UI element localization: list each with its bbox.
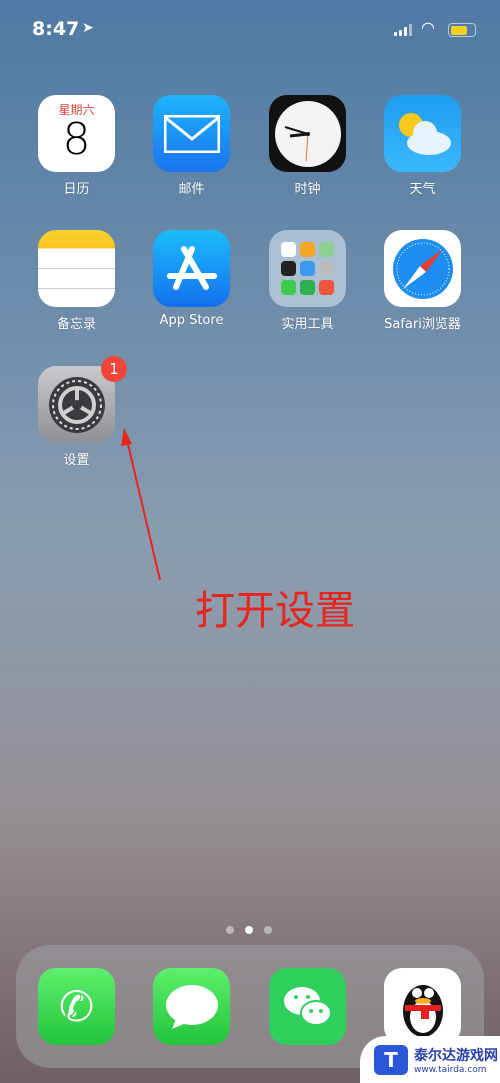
dock-wechat[interactable] <box>269 968 346 1045</box>
messages-icon <box>153 968 230 1045</box>
dock-qq[interactable] <box>384 968 461 1045</box>
dock-messages[interactable] <box>153 968 230 1045</box>
watermark-name: 泰尔达游戏网 <box>414 1047 498 1064</box>
watermark-logo-icon: T <box>374 1044 408 1075</box>
annotation-text: 打开设置 <box>195 588 355 634</box>
dock-phone[interactable]: ✆ <box>38 968 115 1045</box>
qq-penguin-icon <box>384 968 461 1045</box>
wechat-icon <box>269 968 346 1045</box>
watermark-url: www.tairda.com <box>414 1064 487 1075</box>
phone-icon: ✆ <box>38 968 115 1045</box>
notification-badge: 1 <box>101 356 127 382</box>
watermark: T 泰尔达游戏网 www.tairda.com <box>360 1036 500 1083</box>
page-indicator[interactable] <box>226 926 272 934</box>
